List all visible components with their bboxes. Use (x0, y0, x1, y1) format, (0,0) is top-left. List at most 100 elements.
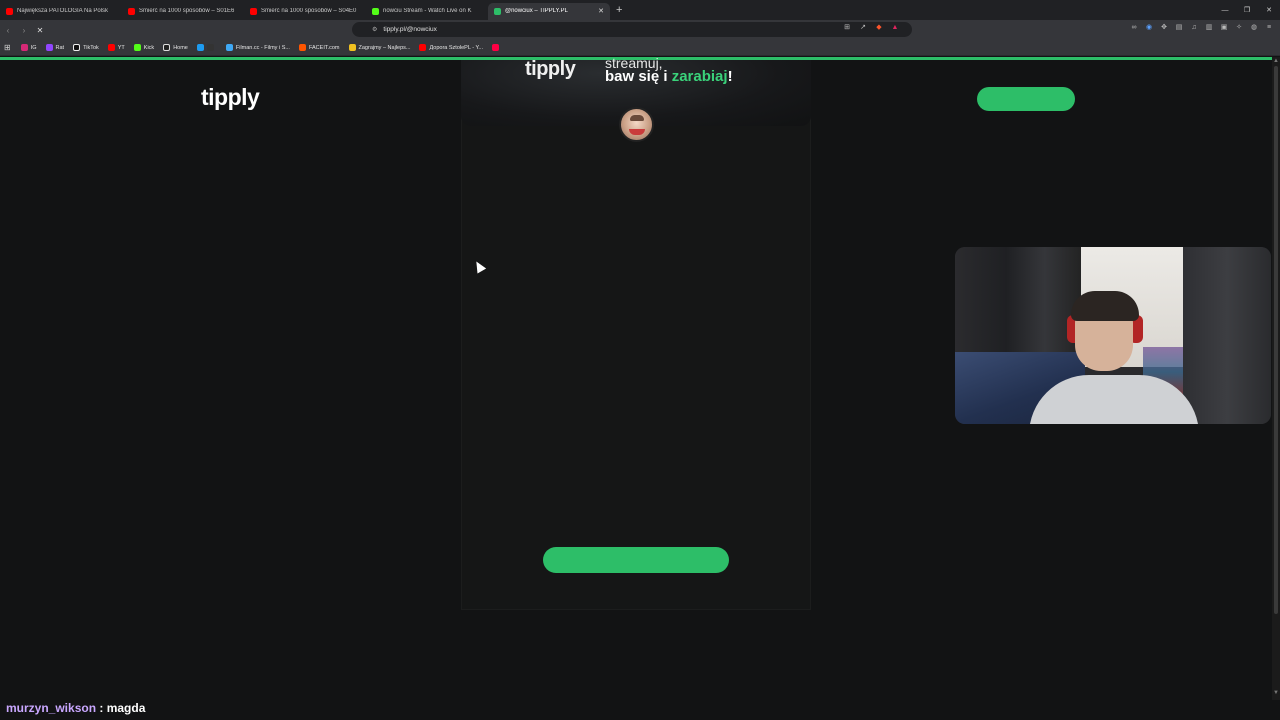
minimize-icon[interactable]: — (1214, 7, 1236, 14)
back-icon[interactable]: ‹ (0, 26, 16, 35)
tagline-suffix: ! (727, 68, 733, 85)
bookmark-rat[interactable]: Rat (45, 44, 65, 51)
send-tip-button[interactable] (543, 547, 729, 573)
twitter-icon (196, 44, 204, 51)
bookmark-youtube-channel[interactable]: Доpora SztolePL - Y... (419, 44, 483, 51)
zagrajmy-icon (348, 44, 356, 51)
scrollbar-thumb[interactable] (1274, 66, 1278, 614)
tab-2[interactable]: Śmierć na 1000 sposobów – S04E0 (244, 3, 366, 20)
bookmark-zagrajmy[interactable]: Zagrajmy – Najleps... (348, 44, 411, 51)
youtube-favicon-icon (6, 7, 13, 15)
sidebar-icon[interactable]: ▤ (1174, 23, 1184, 33)
bookmark-label: Zagrajmy – Najleps... (358, 44, 411, 51)
youtube-favicon-icon (128, 7, 135, 15)
scroll-down-icon[interactable]: ▼ (1273, 690, 1279, 696)
bookmark-label: Filman.cc - Filmy i S... (235, 44, 290, 51)
bookmark-extra[interactable] (492, 44, 502, 51)
tab-title: Śmierć na 1000 sposobów – S01E6 (139, 8, 235, 14)
bookmark-home[interactable]: Home (163, 44, 188, 51)
bookmark-label: Доpora SztolePL - Y... (429, 44, 484, 51)
bookmark-label: TikTok (83, 44, 99, 51)
tagline-highlight: zarabiaj (671, 68, 728, 85)
site-info-icon[interactable]: ⚙ (372, 26, 377, 33)
bookmark-label: Rat (55, 44, 65, 51)
share-icon[interactable]: ↗ (858, 23, 868, 33)
webcam-hoodie (1029, 375, 1199, 424)
tab-1[interactable]: Śmierć na 1000 sposobów – S01E6 (122, 3, 244, 20)
bookmark-kick[interactable]: Kick (133, 44, 155, 51)
bookmark-favicon-icon (492, 44, 500, 51)
tab-3[interactable]: nowciu Stream - Watch Live on K (366, 3, 488, 20)
youtube-icon (107, 44, 115, 51)
webcam-overlay (955, 247, 1271, 424)
extensions-puzzle-icon[interactable]: ✥ (1159, 23, 1169, 33)
youtube-favicon-icon (250, 7, 257, 15)
bookmark-faceit[interactable]: FACEIT.com (298, 44, 340, 51)
tab-title: @nowciux – TIPPLY.PL (505, 8, 568, 14)
header-cta-button[interactable] (977, 87, 1075, 111)
donation-card (461, 60, 811, 610)
bookmark-label: YT (117, 44, 125, 51)
translate-icon[interactable]: ⊞ (842, 23, 852, 33)
brave-rewards-icon[interactable]: ▲ (890, 23, 900, 33)
bookmark-label: Home (173, 44, 188, 51)
extension-icon[interactable]: ∞ (1129, 23, 1139, 33)
stop-loading-icon[interactable]: ✕ (32, 26, 48, 35)
leo-icon[interactable]: ✧ (1234, 23, 1244, 33)
address-bar-actions: ⊞ ↗ ◆ ▲ (842, 23, 900, 33)
kick-icon (133, 44, 141, 51)
bookmark-label: Kick (143, 44, 155, 51)
banner-tipply-logo: tipply (525, 58, 576, 80)
tab-title: Największa PATOLOGIA Na Polsk (17, 8, 109, 14)
bookmark-label: FACEIT.com (308, 44, 340, 51)
chat-username: murzyn_wikson (6, 701, 97, 715)
youtube-icon (419, 44, 427, 51)
scroll-up-icon[interactable]: ▲ (1273, 58, 1279, 64)
tab-0[interactable]: Największa PATOLOGIA Na Polsk (0, 3, 122, 20)
url-text: tipply.pl/@nowciux (383, 26, 437, 33)
bookmark-label: IG (30, 44, 37, 51)
filman-icon (225, 44, 233, 51)
tab-4-active[interactable]: @nowciux – TIPPLY.PL ✕ (488, 2, 610, 20)
chat-message: murzyn_wikson : magda (0, 700, 1280, 720)
restore-icon[interactable]: ❐ (1236, 6, 1258, 14)
window-controls: — ❐ ✕ (1214, 0, 1280, 20)
new-tab-icon[interactable]: + (616, 4, 622, 16)
bookmark-twitter[interactable] (196, 44, 217, 51)
bookmark-yt[interactable]: YT (107, 44, 125, 51)
chat-separator: : (96, 701, 107, 715)
browser-toolbar: ‹ › ✕ ▯ ⚙ tipply.pl/@nowciux ⊞ ↗ ◆ ▲ ∞ ◉… (0, 20, 1280, 40)
extension-icon[interactable]: ◉ (1144, 23, 1154, 33)
tagline-prefix: baw się i (605, 68, 672, 85)
faceit-icon (298, 44, 306, 51)
webcam-streamer (1029, 291, 1199, 424)
media-icon[interactable]: ♫ (1189, 23, 1199, 33)
brave-shield-icon[interactable]: ◆ (874, 23, 884, 33)
tab-strip: Największa PATOLOGIA Na Polsk Śmierć na … (0, 0, 1280, 20)
menu-icon[interactable]: ≡ (1264, 23, 1274, 33)
address-bar[interactable]: ⚙ tipply.pl/@nowciux (352, 22, 912, 37)
instagram-icon (20, 44, 28, 51)
chat-text: magda (106, 701, 146, 715)
tipply-favicon-icon (494, 7, 501, 15)
x-icon (163, 44, 171, 51)
streamer-avatar (619, 107, 654, 142)
kick-favicon-icon (372, 7, 379, 15)
forward-icon[interactable]: › (16, 26, 32, 35)
bookmark-ig[interactable]: IG (20, 44, 37, 51)
tipply-logo[interactable]: tipply (201, 84, 260, 111)
x-icon (206, 44, 214, 51)
banner-tagline-line2: baw się i zarabiaj! (605, 68, 733, 85)
split-view-icon[interactable]: ▥ (1204, 23, 1214, 33)
tab-title: Śmierć na 1000 sposobów – S04E0 (261, 8, 357, 14)
vpn-icon[interactable]: ◍ (1249, 23, 1259, 33)
webcam-hair (1071, 291, 1139, 321)
close-window-icon[interactable]: ✕ (1258, 6, 1280, 14)
tab-title: nowciu Stream - Watch Live on K (383, 8, 472, 14)
apps-grid-icon[interactable]: ⊞ (4, 43, 11, 52)
extensions-area: ∞ ◉ ✥ ▤ ♫ ▥ ▣ ✧ ◍ ≡ (1129, 23, 1274, 33)
bookmark-filman[interactable]: Filman.cc - Filmy i S... (225, 44, 290, 51)
tab-search-icon[interactable]: ▣ (1219, 23, 1229, 33)
close-tab-icon[interactable]: ✕ (598, 7, 604, 15)
bookmark-tiktok[interactable]: TikTok (73, 44, 99, 51)
